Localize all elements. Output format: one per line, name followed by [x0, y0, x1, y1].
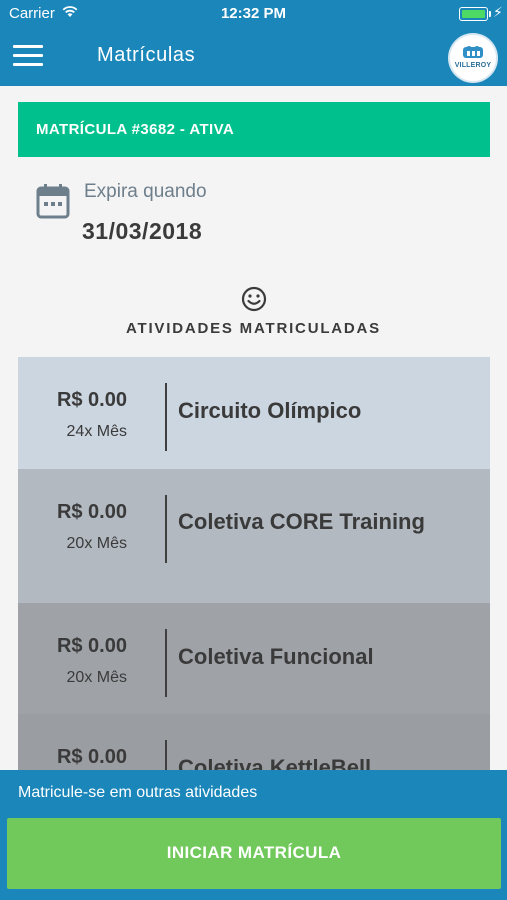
- activities-list: R$ 0.00 24x Mês Circuito Olímpico R$ 0.0…: [18, 357, 490, 826]
- charging-icon: ⚡: [493, 4, 503, 20]
- enrollment-status-banner: MATRÍCULA #3682 - ATIVA: [18, 102, 490, 157]
- calendar-icon: [36, 183, 70, 224]
- enroll-footer: Matricule-se em outras atividades INICIA…: [0, 770, 507, 900]
- clock: 12:32 PM: [220, 5, 287, 22]
- expires-date: 31/03/2018: [82, 218, 203, 244]
- activity-name: Circuito Olímpico: [178, 398, 362, 423]
- gym-logo[interactable]: VILLEROY: [450, 35, 496, 81]
- activity-name: Coletiva CORE Training: [178, 509, 425, 534]
- activity-row[interactable]: R$ 0.00 20x Mês Coletiva CORE Training: [18, 469, 490, 603]
- status-bar: Carrier 12:32 PM ⚡: [0, 0, 507, 28]
- battery-icon: [459, 7, 491, 21]
- activity-row[interactable]: R$ 0.00 20x Mês Coletiva Funcional: [18, 603, 490, 714]
- activity-price: R$ 0.00: [56, 501, 127, 523]
- row-divider: [165, 629, 167, 697]
- activity-frequency: 20x Mês: [66, 535, 127, 552]
- enroll-prompt: Matricule-se em outras atividades: [18, 784, 258, 801]
- nav-bar: Matrículas: [0, 28, 507, 86]
- smile-icon: [241, 286, 267, 317]
- row-divider: [165, 383, 167, 451]
- activity-frequency: 24x Mês: [66, 423, 127, 440]
- start-enrollment-label: INICIAR MATRÍCULA: [166, 843, 342, 862]
- expires-label: Expira quando: [84, 181, 207, 202]
- row-divider: [165, 495, 167, 563]
- start-enrollment-button[interactable]: INICIAR MATRÍCULA: [7, 818, 501, 889]
- activity-price: R$ 0.00: [56, 746, 127, 768]
- logo-text: VILLEROY: [454, 62, 492, 69]
- logo-emblem-icon: [463, 46, 483, 58]
- activity-price: R$ 0.00: [56, 389, 127, 411]
- activities-title: ATIVIDADES MATRICULADAS: [125, 320, 381, 337]
- menu-icon[interactable]: [13, 45, 43, 67]
- activity-price: R$ 0.00: [56, 635, 127, 657]
- activity-row[interactable]: R$ 0.00 24x Mês Circuito Olímpico: [18, 357, 490, 469]
- activity-name: Coletiva Funcional: [178, 644, 374, 669]
- enrollment-status-label: MATRÍCULA #3682 - ATIVA: [36, 121, 235, 138]
- page-title: Matrículas: [97, 44, 196, 66]
- activity-frequency: 20x Mês: [66, 669, 127, 686]
